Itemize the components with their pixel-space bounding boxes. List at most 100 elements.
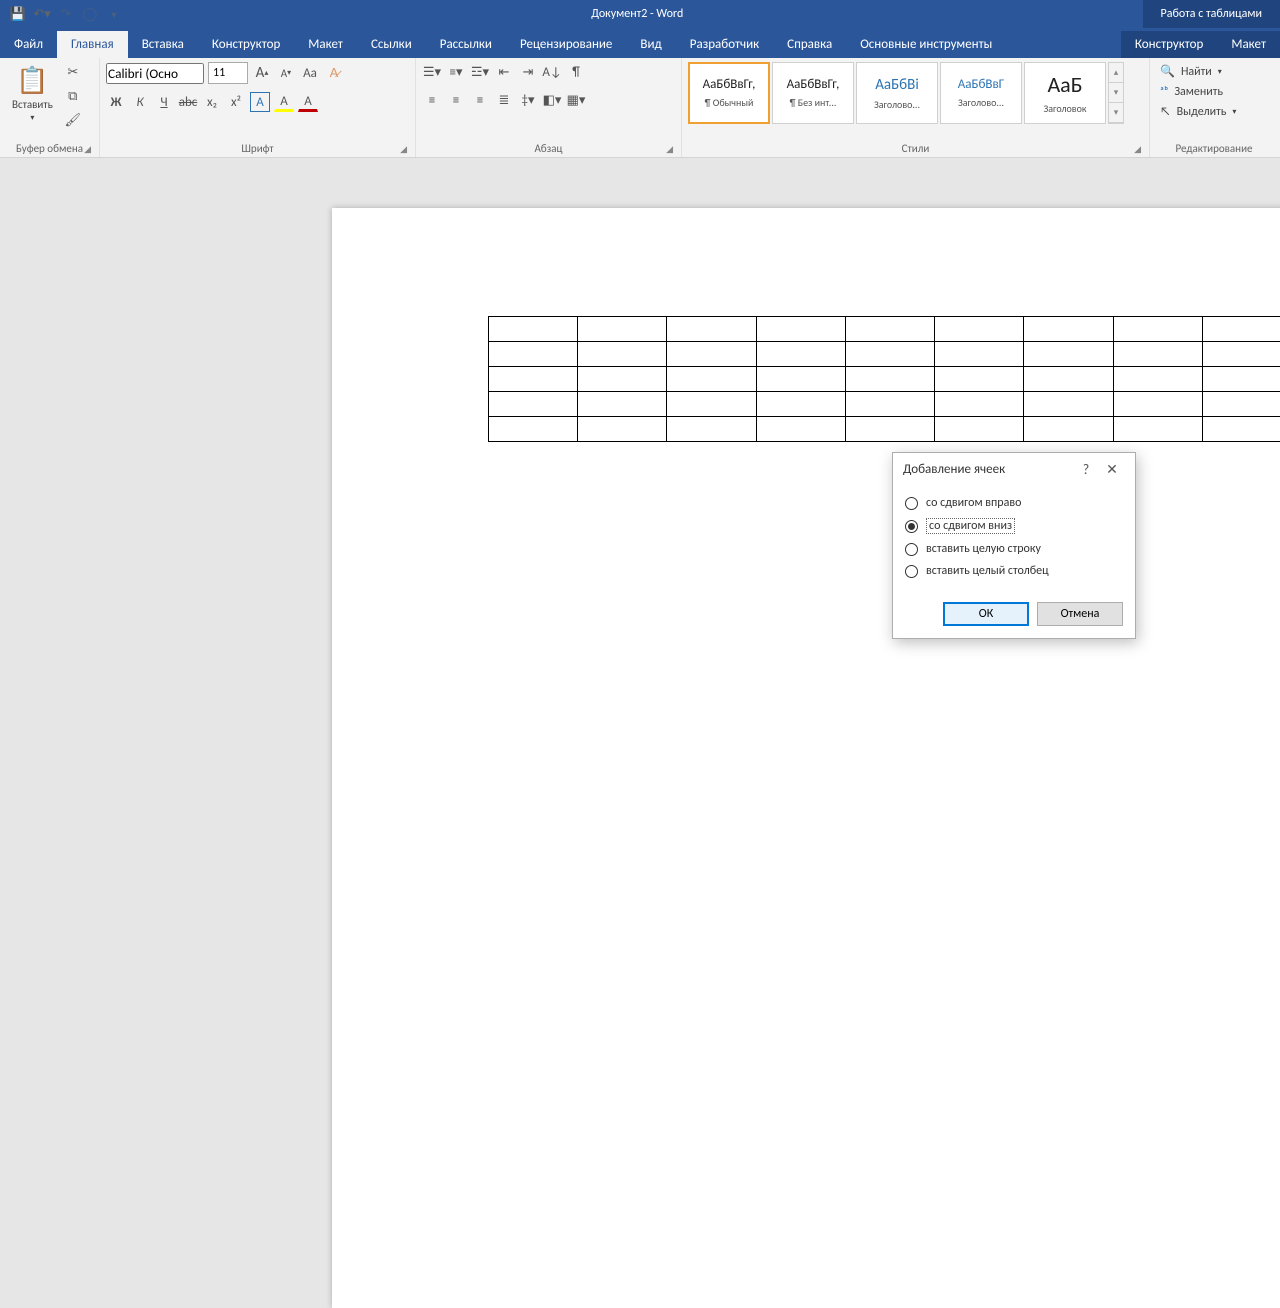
radio-insert-column[interactable]: вставить целый столбец [905, 560, 1123, 582]
radio-insert-row[interactable]: вставить целую строку [905, 538, 1123, 560]
table-row[interactable] [489, 417, 1280, 442]
tab-developer[interactable]: Разработчик [676, 31, 773, 58]
font-name-input[interactable] [106, 63, 204, 84]
align-center-icon[interactable]: ≡ [446, 90, 466, 110]
document-table[interactable] [488, 316, 1280, 442]
table-cell[interactable] [578, 417, 667, 442]
tab-help[interactable]: Справка [773, 31, 846, 58]
style-item-heading1[interactable]: АаБбВі Заголово... [856, 62, 938, 124]
undo-icon[interactable]: ↶▾ [34, 6, 50, 22]
save-icon[interactable]: 💾 [10, 6, 26, 22]
tab-layout[interactable]: Макет [294, 31, 357, 58]
launcher-icon[interactable]: ◢ [666, 144, 673, 155]
tab-review[interactable]: Рецензирование [506, 31, 626, 58]
table-cell[interactable] [667, 392, 756, 417]
help-icon[interactable]: ? [1073, 461, 1099, 478]
table-cell[interactable] [489, 392, 578, 417]
superscript-button[interactable]: x² [226, 92, 246, 112]
copy-icon[interactable]: ⧉ [63, 86, 83, 106]
radio-shift-down[interactable]: со сдвигом вниз [905, 514, 1123, 538]
launcher-icon[interactable]: ◢ [400, 144, 407, 155]
table-cell[interactable] [1113, 367, 1202, 392]
cut-icon[interactable]: ✂ [63, 62, 83, 82]
table-cell[interactable] [578, 392, 667, 417]
table-cell[interactable] [756, 417, 845, 442]
style-item-heading2[interactable]: АаБбВвГ Заголово... [940, 62, 1022, 124]
table-cell[interactable] [1024, 367, 1113, 392]
touch-mode-icon[interactable]: ◯ [82, 6, 98, 22]
change-case-icon[interactable]: Aa [300, 63, 320, 83]
table-cell[interactable] [1024, 317, 1113, 342]
style-item-title[interactable]: АаБ Заголовок [1024, 62, 1106, 124]
table-cell[interactable] [845, 342, 934, 367]
tab-table-layout[interactable]: Макет [1217, 31, 1280, 58]
table-cell[interactable] [489, 317, 578, 342]
borders-icon[interactable]: ▦▾ [566, 90, 586, 110]
redo-icon[interactable]: ↷ [58, 6, 74, 22]
table-cell[interactable] [578, 317, 667, 342]
style-item-nospacing[interactable]: АаБбВвГг, ¶ Без инт... [772, 62, 854, 124]
font-size-input[interactable] [208, 62, 248, 84]
table-cell[interactable] [489, 367, 578, 392]
qat-customize-icon[interactable]: ▾ [106, 6, 122, 22]
replace-button[interactable]: ᵃᵇЗаменить [1156, 83, 1227, 101]
tab-design[interactable]: Конструктор [198, 31, 294, 58]
grow-font-icon[interactable]: A▴ [252, 63, 272, 83]
table-cell[interactable] [845, 392, 934, 417]
font-color-button[interactable]: A [298, 92, 318, 112]
table-cell[interactable] [935, 417, 1024, 442]
gallery-more-icon[interactable]: ▾ [1109, 103, 1123, 123]
table-row[interactable] [489, 367, 1280, 392]
strikethrough-button[interactable]: abc [178, 92, 198, 112]
tab-file[interactable]: Файл [0, 31, 57, 58]
table-cell[interactable] [667, 367, 756, 392]
highlight-button[interactable]: A [274, 92, 294, 112]
table-cell[interactable] [935, 392, 1024, 417]
table-cell[interactable] [845, 417, 934, 442]
style-item-normal[interactable]: АаБбВвГг, ¶ Обычный [688, 62, 770, 124]
table-row[interactable] [489, 317, 1280, 342]
align-right-icon[interactable]: ≡ [470, 90, 490, 110]
table-row[interactable] [489, 392, 1280, 417]
radio-shift-right[interactable]: со сдвигом вправо [905, 492, 1123, 514]
select-button[interactable]: ↖Выделить▾ [1156, 103, 1240, 121]
table-row[interactable] [489, 342, 1280, 367]
justify-icon[interactable]: ≣ [494, 90, 514, 110]
tab-insert[interactable]: Вставка [128, 31, 198, 58]
shrink-font-icon[interactable]: A▾ [276, 63, 296, 83]
page[interactable] [332, 208, 1280, 1308]
line-spacing-icon[interactable]: ‡▾ [518, 90, 538, 110]
table-cell[interactable] [1202, 417, 1280, 442]
table-cell[interactable] [578, 342, 667, 367]
table-cell[interactable] [1024, 392, 1113, 417]
table-cell[interactable] [1113, 392, 1202, 417]
table-cell[interactable] [1113, 342, 1202, 367]
text-effects-button[interactable]: A [250, 92, 270, 112]
table-cell[interactable] [756, 367, 845, 392]
tab-view[interactable]: Вид [626, 31, 675, 58]
decrease-indent-icon[interactable]: ⇤ [494, 62, 514, 82]
table-cell[interactable] [489, 342, 578, 367]
table-cell[interactable] [756, 342, 845, 367]
tab-table-design[interactable]: Конструктор [1121, 31, 1217, 58]
table-cell[interactable] [1113, 317, 1202, 342]
bullets-icon[interactable]: ☰▾ [422, 62, 442, 82]
table-cell[interactable] [845, 367, 934, 392]
table-cell[interactable] [1024, 342, 1113, 367]
table-cell[interactable] [578, 367, 667, 392]
underline-button[interactable]: Ч [154, 92, 174, 112]
table-cell[interactable] [935, 342, 1024, 367]
table-cell[interactable] [1024, 417, 1113, 442]
table-cell[interactable] [667, 317, 756, 342]
tab-addins[interactable]: Основные инструменты [846, 31, 1006, 58]
table-cell[interactable] [489, 417, 578, 442]
paste-button[interactable]: 📋 Вставить ▾ [6, 62, 59, 125]
format-painter-icon[interactable]: 🖌 [63, 110, 83, 130]
multilevel-icon[interactable]: ☲▾ [470, 62, 490, 82]
table-cell[interactable] [756, 392, 845, 417]
ok-button[interactable]: ОК [943, 602, 1029, 626]
table-cell[interactable] [1113, 417, 1202, 442]
tab-mailings[interactable]: Рассылки [426, 31, 506, 58]
find-button[interactable]: 🔍Найти▾ [1156, 62, 1226, 81]
cancel-button[interactable]: Отмена [1037, 602, 1123, 626]
